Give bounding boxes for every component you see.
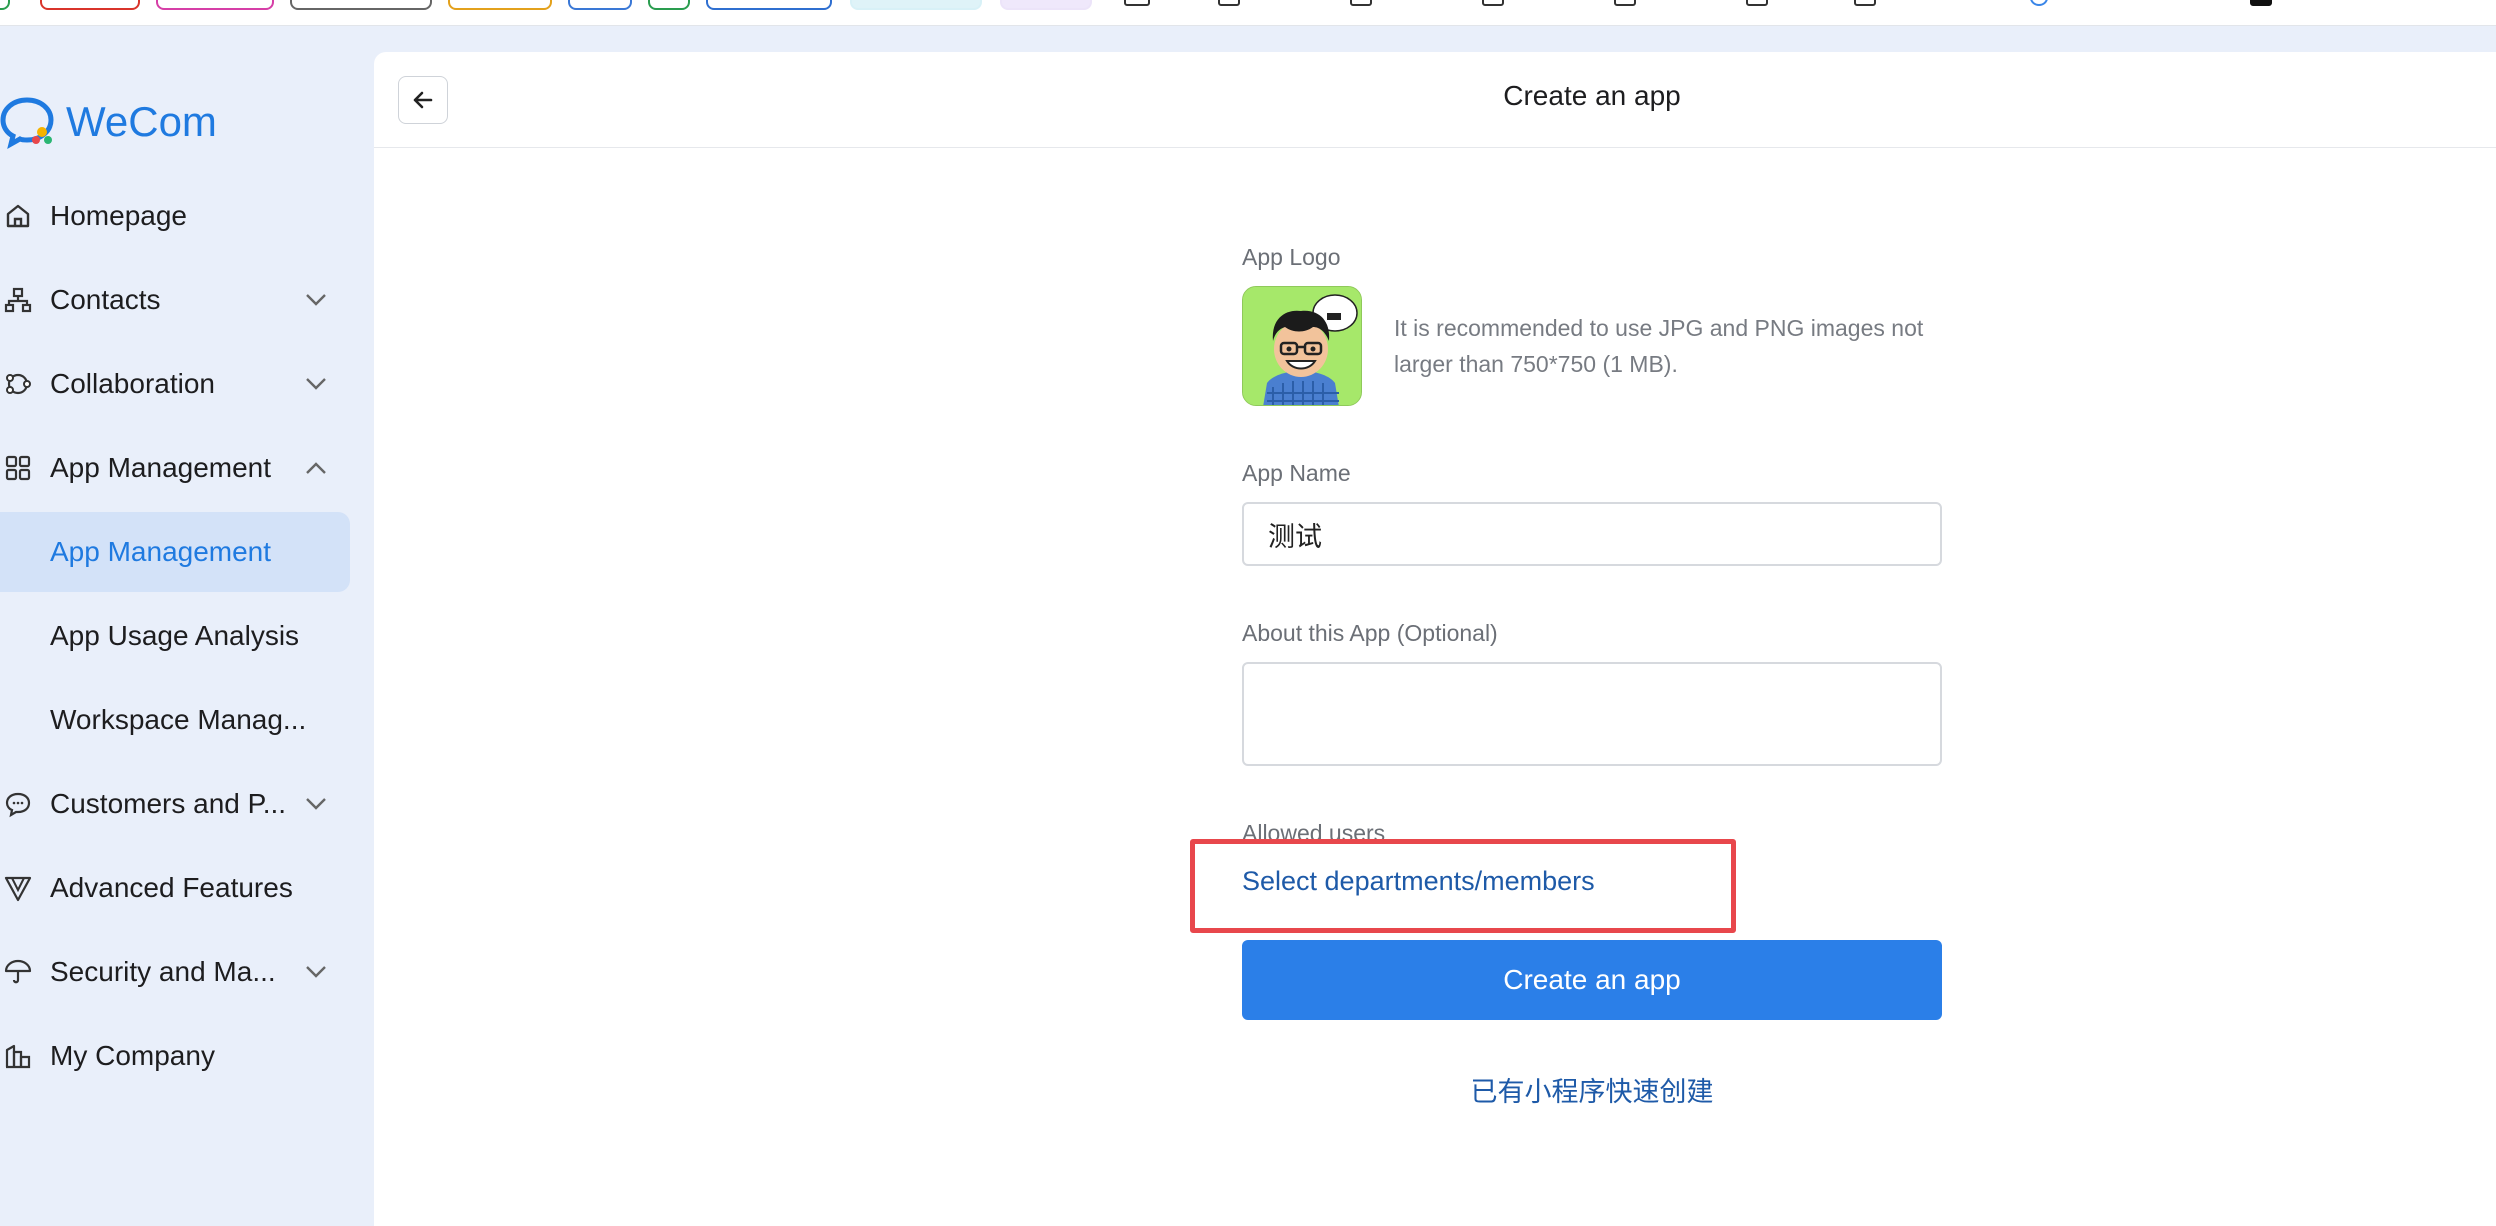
chevron-down-icon[interactable] — [302, 958, 330, 986]
sidebar-item-label: Customers and P... — [50, 788, 287, 819]
black-square-icon[interactable] — [2250, 0, 2272, 6]
shield-bookmark-icon[interactable] — [2030, 0, 2048, 6]
back-button[interactable] — [398, 76, 448, 124]
brand-name: WeCom — [66, 98, 217, 145]
umbrella-icon — [2, 956, 34, 988]
folder-icon[interactable] — [1482, 0, 1504, 6]
sidebar-item-security[interactable]: Security and Ma... — [0, 932, 350, 1012]
grid-apps-icon — [2, 452, 34, 484]
filter-v-icon — [2, 872, 34, 904]
sidebar-item-label: Security and Ma... — [50, 956, 276, 987]
bookmark-tab[interactable] — [448, 0, 552, 10]
apps-grid-icon[interactable] — [1124, 0, 1150, 6]
sidebar-item-collaboration[interactable]: Collaboration — [0, 344, 350, 424]
logo-hint-text: It is recommended to use JPG and PNG ima… — [1394, 315, 1924, 377]
sidebar-item-label: Workspace Manag... — [50, 704, 307, 735]
bookmarks-bar — [0, 0, 2496, 26]
arrow-left-icon — [413, 91, 433, 109]
sidebar-item-label: Contacts — [50, 284, 161, 315]
chat-bubble-icon — [2, 788, 34, 820]
collaboration-icon — [2, 368, 34, 400]
folder-icon[interactable] — [1746, 0, 1768, 6]
folder-icon[interactable] — [1350, 0, 1372, 6]
sidebar-item-label: App Management — [50, 452, 272, 483]
org-chart-icon — [2, 284, 34, 316]
chevron-down-icon[interactable] — [302, 370, 330, 398]
bookmark-tab[interactable] — [0, 0, 10, 10]
folder-icon[interactable] — [1218, 0, 1240, 6]
select-departments-members-link[interactable]: Select departments/members — [1242, 866, 1595, 897]
sidebar-item-label: Homepage — [50, 200, 187, 231]
sidebar-item-my-company[interactable]: My Company — [0, 1016, 350, 1096]
bookmark-tab[interactable] — [40, 0, 140, 10]
sidebar-subitem-workspace-management[interactable]: Workspace Manag... — [0, 680, 350, 760]
wecom-logo[interactable]: WeCom — [0, 92, 217, 152]
page-header — [374, 52, 2496, 148]
sidebar-subitem-app-management[interactable]: App Management — [0, 512, 350, 592]
sidebar-item-homepage[interactable]: Homepage — [0, 176, 350, 256]
bookmark-tab[interactable] — [706, 0, 832, 10]
app-name-input[interactable]: 测试 — [1242, 502, 1942, 566]
folder-icon[interactable] — [1854, 0, 1876, 6]
create-app-button[interactable]: Create an app — [1242, 940, 1942, 1020]
page-title: Create an app — [1503, 80, 1681, 111]
chevron-down-icon[interactable] — [302, 790, 330, 818]
mini-program-quick-create-link[interactable]: 已有小程序快速创建 — [1242, 1070, 1942, 1109]
sidebar-item-label: My Company — [50, 1040, 215, 1071]
sidebar-item-advanced-features[interactable]: Advanced Features — [0, 848, 350, 928]
sidebar-item-contacts[interactable]: Contacts — [0, 260, 350, 340]
sidebar-item-app-management[interactable]: App Management — [0, 428, 350, 508]
app-logo-image[interactable] — [1242, 286, 1362, 406]
bookmark-tab[interactable] — [290, 0, 432, 10]
folder-icon[interactable] — [1614, 0, 1636, 6]
chevron-up-icon[interactable] — [302, 454, 330, 482]
bookmark-tab[interactable] — [648, 0, 690, 10]
allowed-users-label: Allowed users — [1242, 820, 1386, 844]
app-name-label: App Name — [1242, 460, 1351, 486]
building-icon — [2, 1040, 34, 1072]
bookmark-tab[interactable] — [568, 0, 632, 10]
home-icon — [2, 200, 34, 232]
about-app-label: About this App (Optional) — [1242, 620, 1498, 646]
bookmark-tab[interactable] — [156, 0, 274, 10]
avatar-cartoon-icon — [1243, 287, 1361, 405]
bookmark-tab[interactable] — [1000, 0, 1092, 10]
sidebar-subitem-app-usage-analysis[interactable]: App Usage Analysis — [0, 596, 350, 676]
wecom-logo-icon — [0, 97, 54, 149]
sidebar-item-label: Collaboration — [50, 368, 215, 399]
sidebar: WeCom Homepage Contacts Collaboration Ap… — [0, 26, 374, 1226]
bookmark-tab[interactable] — [850, 0, 982, 10]
sidebar-item-label: App Usage Analysis — [50, 620, 300, 651]
sidebar-item-customers[interactable]: Customers and P... — [0, 764, 350, 844]
sidebar-item-label: App Management — [50, 536, 272, 567]
app-logo-label: App Logo — [1242, 244, 1341, 270]
about-app-textarea[interactable] — [1242, 662, 1942, 766]
sidebar-item-label: Advanced Features — [50, 872, 293, 903]
chevron-down-icon[interactable] — [302, 286, 330, 314]
